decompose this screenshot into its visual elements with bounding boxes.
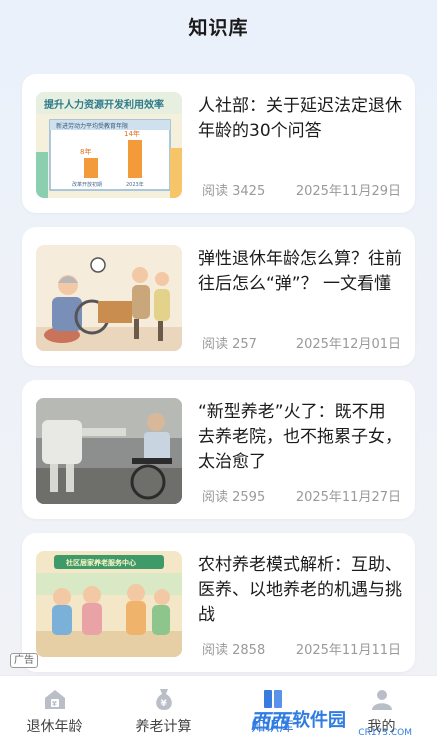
page-title: 知识库 bbox=[188, 16, 249, 39]
read-count: 阅读 3425 bbox=[202, 184, 266, 199]
thumb-banner: 社区居家养老服务中心 bbox=[65, 558, 136, 567]
publish-date: 2025年12月01日 bbox=[295, 337, 401, 352]
article-thumbnail: 社区居家养老服务中心 bbox=[36, 551, 182, 657]
read-count: 阅读 2595 bbox=[202, 490, 266, 505]
svg-text:¥: ¥ bbox=[52, 700, 57, 708]
house-icon: ¥ bbox=[44, 690, 65, 709]
community-care-illustration: 社区居家养老服务中心 bbox=[36, 551, 182, 657]
publish-date: 2025年11月11日 bbox=[295, 643, 401, 658]
read-count: 阅读 2858 bbox=[202, 643, 266, 658]
tab-retirement-age[interactable]: ¥ 退休年龄 bbox=[0, 676, 109, 747]
tab-label: 退休年龄 bbox=[26, 719, 83, 735]
thumb-banner: 提升人力资源开发利用效率 bbox=[44, 98, 164, 111]
article-card-1[interactable]: 提升人力资源开发利用效率 新进劳动力平均受教育年限 8年 14年 改革开放初期 … bbox=[22, 74, 415, 213]
watermark-logo: 西西 软件园 CR173.COM bbox=[250, 700, 418, 739]
thumb-year-2: 2023年 bbox=[126, 181, 144, 188]
publish-date: 2025年11月29日 bbox=[295, 184, 401, 199]
article-title[interactable]: “新型养老”火了：既不用去养老院，也不拖累子女，太治愈了 bbox=[198, 400, 402, 475]
read-count: 阅读 257 bbox=[202, 337, 257, 352]
svg-text:¥: ¥ bbox=[160, 699, 167, 709]
article-title[interactable]: 农村养老模式解析：互助、医养、以地养老的机遇与挑战 bbox=[198, 553, 402, 628]
watermark-domain: CR173.COM bbox=[358, 728, 412, 738]
article-title[interactable]: 人社部：关于延迟法定退休年龄的30个问答 bbox=[198, 94, 402, 144]
article-title[interactable]: 弹性退休年龄怎么算？往前往后怎么“弹”？ 一文看懂 bbox=[198, 247, 402, 297]
thumb-year-1: 改革开放初期 bbox=[72, 181, 102, 188]
care-robot-photo bbox=[36, 398, 182, 504]
watermark-brand: 西西 bbox=[250, 708, 289, 733]
top-bar: 知识库 bbox=[0, 0, 437, 52]
tab-pension-calc[interactable]: ¥ 养老计算 bbox=[109, 676, 218, 747]
ad-badge: 广告 bbox=[10, 653, 38, 668]
article-thumbnail bbox=[36, 398, 182, 504]
thumb-value-1: 8年 bbox=[80, 147, 91, 156]
watermark-text: 软件园 bbox=[292, 710, 346, 731]
article-card-3[interactable]: “新型养老”火了：既不用去养老院，也不拖累子女，太治愈了 阅读 2595 202… bbox=[22, 380, 415, 519]
article-card-2[interactable]: 弹性退休年龄怎么算？往前往后怎么“弹”？ 一文看懂 阅读 257 2025年12… bbox=[22, 227, 415, 366]
thumb-subtitle: 新进劳动力平均受教育年限 bbox=[56, 122, 128, 130]
tab-label: 养老计算 bbox=[135, 719, 192, 735]
elderly-illustration-image bbox=[36, 245, 182, 351]
thumb-value-2: 14年 bbox=[124, 129, 140, 138]
infographic-image: 提升人力资源开发利用效率 新进劳动力平均受教育年限 8年 14年 改革开放初期 … bbox=[36, 92, 182, 198]
article-thumbnail bbox=[36, 245, 182, 351]
article-card-4[interactable]: 社区居家养老服务中心 农村养老模式解析：互助、医养、以地养老的机遇与挑战 阅读 … bbox=[22, 533, 415, 672]
money-bag-icon: ¥ bbox=[155, 689, 172, 710]
publish-date: 2025年11月27日 bbox=[295, 490, 401, 505]
article-thumbnail: 提升人力资源开发利用效率 新进劳动力平均受教育年限 8年 14年 改革开放初期 … bbox=[36, 92, 182, 198]
